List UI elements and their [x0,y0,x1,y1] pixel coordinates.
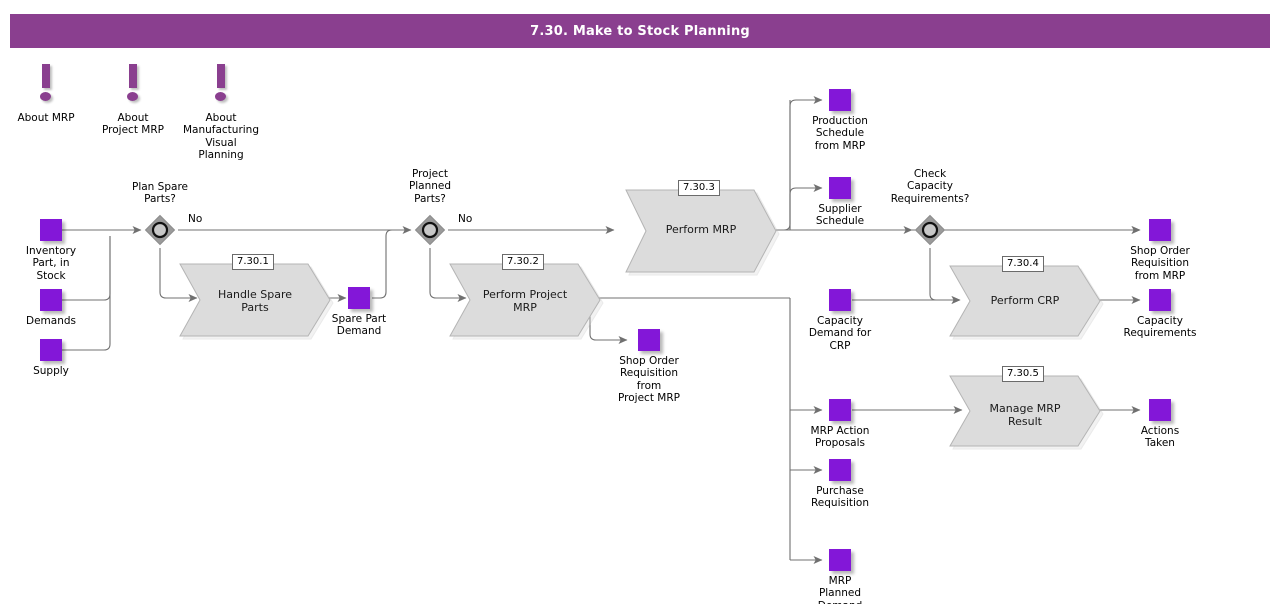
data-square [348,287,370,309]
exclamation-icon [211,64,231,108]
info-marker-label: About Project MRP [102,112,164,137]
process-label: Perform CRP [990,294,1060,307]
info-marker-label: About MRP [17,112,75,124]
data-square [829,89,851,111]
data-node-label: Inventory Part, in Stock [25,245,77,282]
process-label: Manage MRP Result [989,402,1061,428]
data-square [829,177,851,199]
process-number: 7.30.2 [502,254,544,270]
process-number: 7.30.4 [1002,256,1044,272]
data-node-label: Capacity Requirements [1123,315,1197,340]
decision-diamond-icon [913,213,947,247]
process-number: 7.30.1 [232,254,274,270]
decision-label: Plan Spare Parts? [132,181,188,206]
edge-label-plan-spare-parts-no: No [188,213,203,225]
exclamation-dot [127,92,138,101]
data-square [829,399,851,421]
data-node-label: Demands [26,315,76,327]
data-square [829,289,851,311]
process-perform-project-mrp[interactable]: 7.30.2 Perform Project MRP [449,254,604,340]
data-node-label: Shop Order Requisition from MRP [1130,245,1190,282]
data-node-label: Supplier Schedule [815,203,865,228]
decision-diamond-icon [413,213,447,247]
process-label: Perform MRP [665,223,737,236]
data-node-label: Capacity Demand for CRP [808,315,872,352]
decision-diamond-icon [143,213,177,247]
data-square [638,329,660,351]
data-square [40,219,62,241]
exclamation-dot [40,92,51,101]
process-number: 7.30.3 [678,180,720,196]
data-square [40,289,62,311]
process-manage-mrp-result[interactable]: 7.30.5 Manage MRP Result [949,366,1104,450]
exclamation-icon [123,64,143,108]
data-node-label: Supply [33,365,69,377]
process-number: 7.30.5 [1002,366,1044,382]
process-handle-spare-parts[interactable]: 7.30.1 Handle Spare Parts [179,254,334,340]
data-node-label: Spare Part Demand [331,313,387,338]
process-perform-crp[interactable]: 7.30.4 Perform CRP [949,256,1104,340]
diagram-page: 7.30. Make to Stock Planning About MRP A… [0,0,1280,604]
exclamation-bar [42,64,50,88]
process-label: Handle Spare Parts [217,288,293,314]
data-square [829,549,851,571]
data-square [1149,219,1171,241]
data-square [829,459,851,481]
data-square [1149,289,1171,311]
data-node-label: Production Schedule from MRP [812,115,868,152]
decision-label: Check Capacity Requirements? [890,168,970,205]
data-node-label: Purchase Requisition [810,485,870,510]
info-marker-label: About Manufacturing Visual Planning [182,112,260,162]
exclamation-dot [215,92,226,101]
exclamation-bar [129,64,137,88]
process-perform-mrp[interactable]: 7.30.3 Perform MRP [625,180,780,276]
exclamation-bar [217,64,225,88]
data-node-label: Actions Taken [1140,425,1180,450]
edge-label-project-planned-parts-no: No [458,213,473,225]
decision-label: Project Planned Parts? [408,168,452,205]
data-node-label: MRP Planned Demand [818,575,863,604]
data-square [40,339,62,361]
data-node-label: MRP Action Proposals [810,425,870,450]
exclamation-icon [36,64,56,108]
data-node-label: Shop Order Requisition from Project MRP [618,355,680,405]
page-title-bar: 7.30. Make to Stock Planning [10,14,1270,48]
data-square [1149,399,1171,421]
page-title: 7.30. Make to Stock Planning [530,23,750,39]
process-label: Perform Project MRP [482,288,568,314]
